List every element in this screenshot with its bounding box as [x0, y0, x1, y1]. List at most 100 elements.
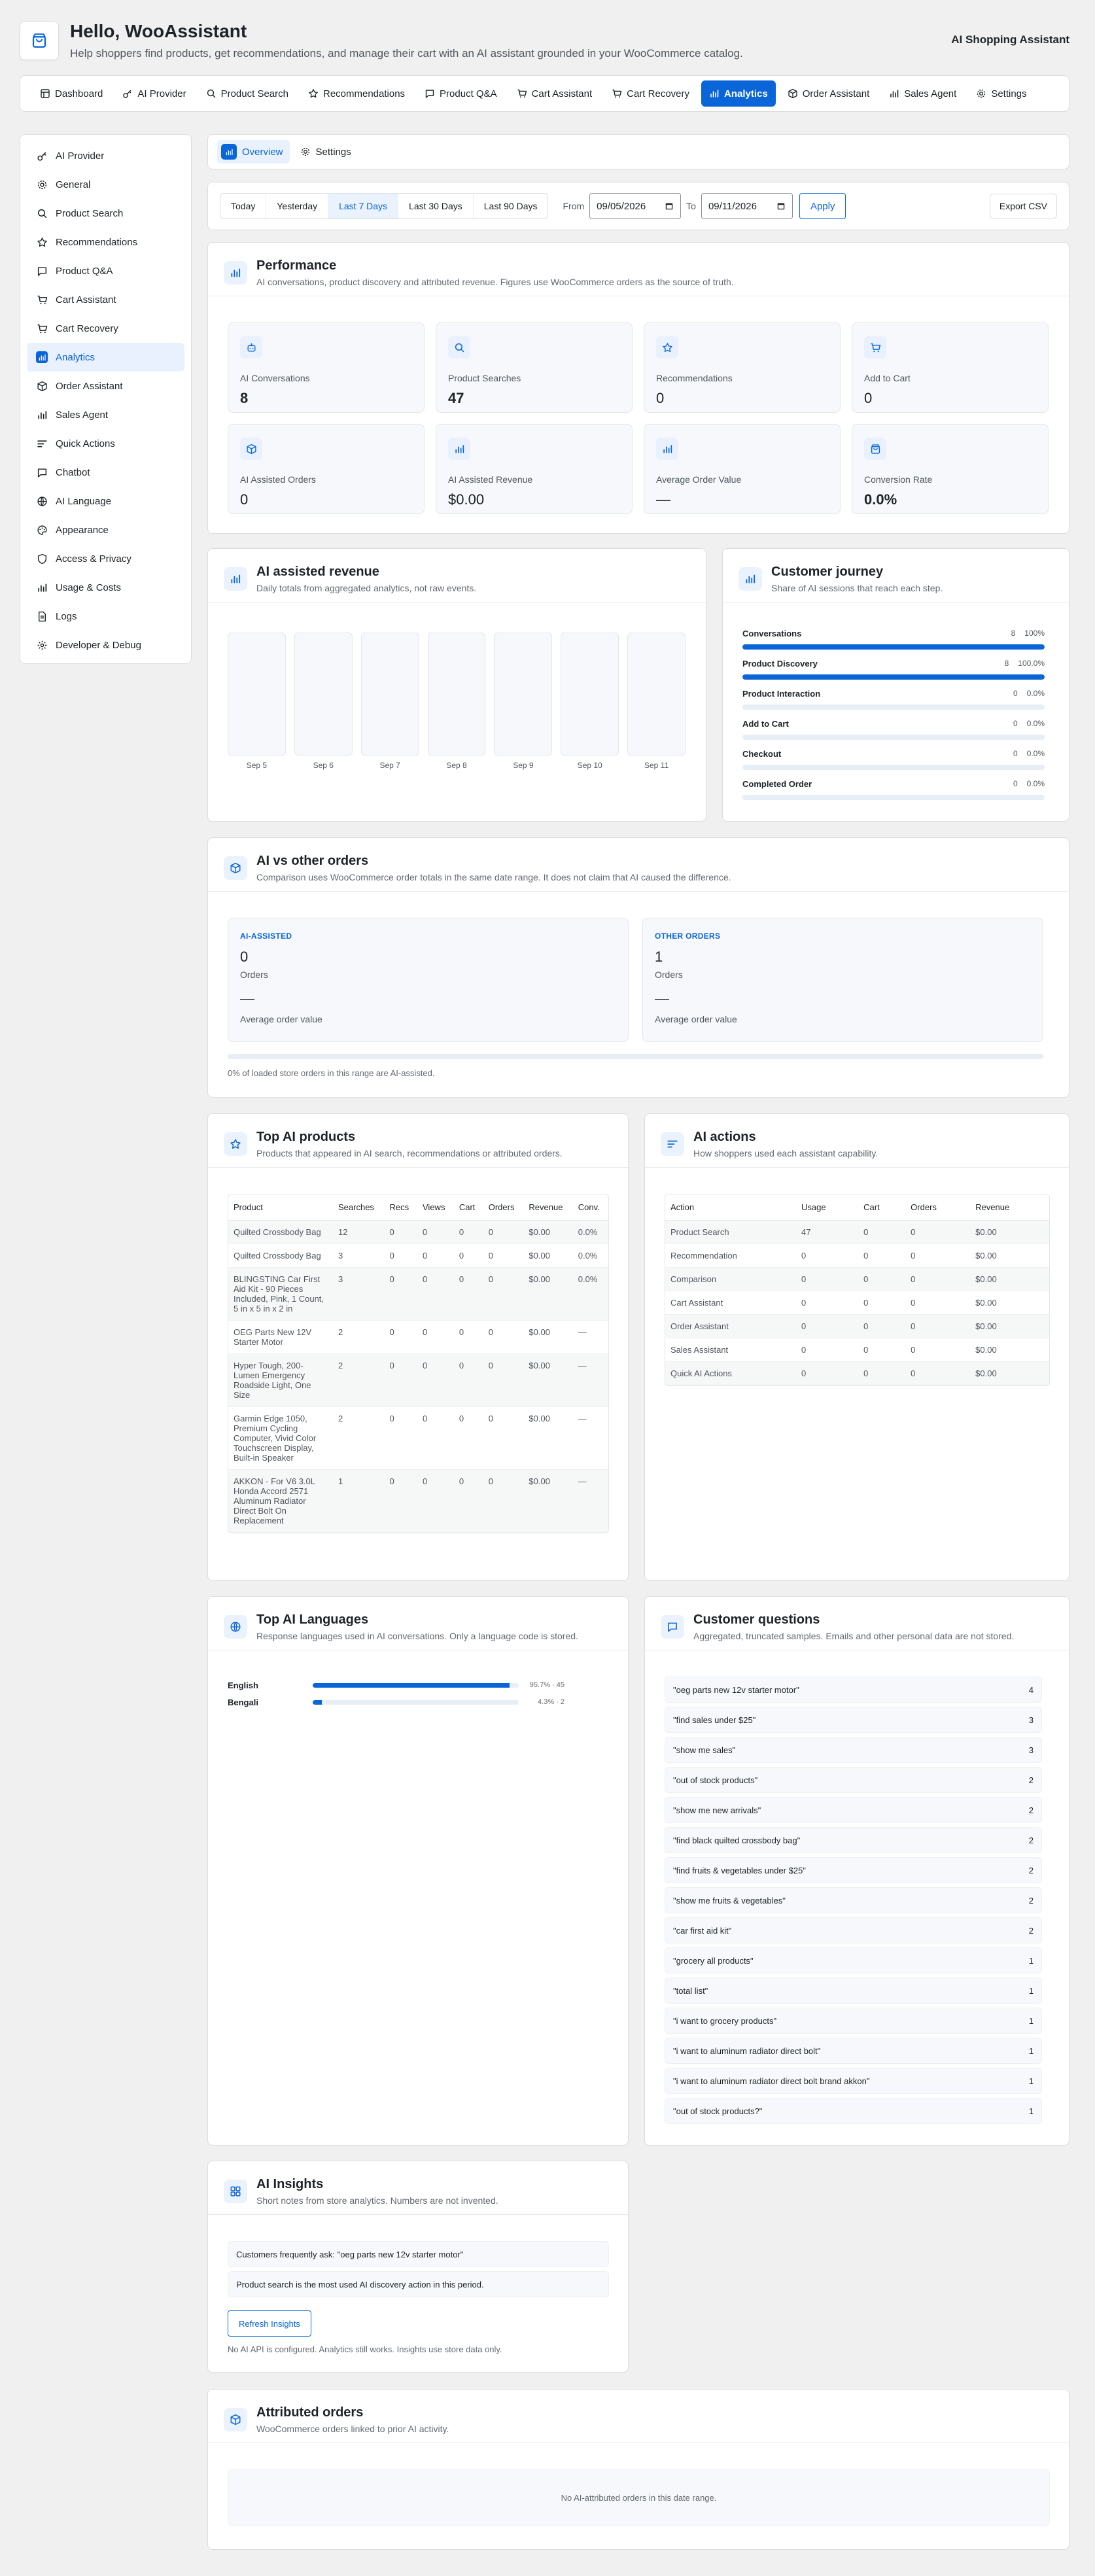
tab-product-qa[interactable]: Product Q&A	[417, 80, 505, 107]
bar-track	[294, 633, 353, 756]
sidebar-item-access-privacy[interactable]: Access & Privacy	[27, 544, 184, 573]
language-bar-fill	[313, 1699, 322, 1705]
table-cell: 0	[905, 1314, 971, 1338]
table-cell: 0	[483, 1406, 524, 1470]
tab-recommendations[interactable]: Recommendations	[300, 80, 413, 107]
table-row: Garmin Edge 1050, Premium Cycling Comput…	[228, 1406, 608, 1470]
bar-column: Sep 10	[561, 633, 619, 770]
top-products-table: Product Searches Recs Views Cart Orders Revenu…	[228, 1194, 609, 1533]
insights-subtitle: Short notes from store analytics. Number…	[256, 2195, 498, 2206]
tab-analytics[interactable]: Analytics	[701, 80, 776, 107]
tab-cart-assistant[interactable]: Cart Assistant	[509, 80, 600, 107]
table-cell: Product Search	[665, 1220, 796, 1244]
question-count: 2	[1028, 1805, 1034, 1815]
table-cell: 2	[333, 1320, 385, 1354]
sidebar-item-sales-agent[interactable]: Sales Agent	[27, 400, 184, 429]
sidebar-item-developer-debug[interactable]: Developer & Debug	[27, 631, 184, 659]
sidebar-item-analytics[interactable]: Analytics	[27, 343, 184, 372]
sidebar-item-chatbot[interactable]: Chatbot	[27, 458, 184, 487]
table-cell: 0	[453, 1220, 483, 1244]
question-text: "show me fruits & vegetables"	[673, 1895, 786, 1906]
table-header-cell: Revenue	[523, 1194, 573, 1221]
language-bar-fill	[313, 1682, 510, 1688]
range-last-7-days-button[interactable]: Last 7 Days	[328, 194, 399, 218]
sidebar-item-appearance[interactable]: Appearance	[27, 515, 184, 544]
table-cell: 0	[417, 1220, 454, 1244]
bar-label: Sep 5	[246, 761, 268, 770]
question-count: 1	[1028, 2045, 1034, 2056]
box-icon	[224, 2408, 247, 2431]
analytics-subtabs: Overview Settings	[207, 134, 1069, 169]
tab-order-assistant[interactable]: Order Assistant	[780, 80, 878, 107]
range-last-90-days-button[interactable]: Last 90 Days	[474, 194, 548, 218]
languages-list: English 95.7% · 45 Bengali 4.3% · 2	[228, 1677, 565, 1711]
table-cell: $0.00	[970, 1361, 1049, 1385]
journey-step-fill	[742, 644, 1045, 650]
refresh-insights-button[interactable]: Refresh Insights	[228, 2310, 311, 2337]
sidebar-item-cart-recovery[interactable]: Cart Recovery	[27, 314, 184, 343]
bar-track	[561, 633, 619, 756]
subtab-overview[interactable]: Overview	[217, 140, 290, 164]
table-cell: $0.00	[970, 1267, 1049, 1291]
language-row: English 95.7% · 45	[228, 1677, 565, 1694]
table-cell: 0	[796, 1267, 859, 1291]
page-title: Hello, WooAssistant	[70, 21, 247, 41]
to-date-input[interactable]: 09/11/2026	[701, 193, 793, 219]
sidebar-item-general[interactable]: General	[27, 170, 184, 199]
chart-icon	[37, 582, 48, 593]
bar-label: Sep 7	[379, 761, 400, 770]
sidebar-item-ai-language[interactable]: AI Language	[27, 487, 184, 515]
table-cell: 0	[796, 1361, 859, 1385]
table-header-cell: Usage	[796, 1194, 859, 1221]
gear-icon	[976, 88, 986, 99]
tab-ai-provider[interactable]: AI Provider	[114, 80, 194, 107]
bar-label: Sep 9	[513, 761, 534, 770]
table-cell: 0	[905, 1338, 971, 1362]
tab-dashboard[interactable]: Dashboard	[32, 80, 111, 107]
range-today-button[interactable]: Today	[220, 194, 267, 218]
table-cell: 0	[858, 1338, 906, 1362]
chat-icon	[37, 266, 48, 277]
sidebar-item-order-assistant[interactable]: Order Assistant	[27, 372, 184, 400]
bar-column: Sep 7	[360, 633, 419, 770]
performance-card: Performance AI conversations, product dis…	[207, 242, 1069, 534]
list-item: "show me sales" 3	[665, 1737, 1042, 1763]
chart-icon	[454, 444, 465, 455]
sidebar-item-product-qa[interactable]: Product Q&A	[27, 256, 184, 285]
sidebar-item-product-search[interactable]: Product Search	[27, 199, 184, 228]
from-date-input[interactable]: 09/05/2026	[589, 193, 682, 219]
bag-icon	[870, 444, 881, 455]
journey-step-bar	[742, 705, 1045, 710]
range-last-30-days-button[interactable]: Last 30 Days	[398, 194, 474, 218]
journey-step-bar	[742, 765, 1045, 770]
sidebar-item-cart-assistant[interactable]: Cart Assistant	[27, 285, 184, 314]
journey-step-label: Completed Order	[742, 779, 812, 789]
table-cell: Garmin Edge 1050, Premium Cycling Comput…	[228, 1406, 333, 1470]
sidebar-item-logs[interactable]: Logs	[27, 602, 184, 631]
sidebar-item-quick-actions[interactable]: Quick Actions	[27, 429, 184, 458]
sidebar-item-usage-costs[interactable]: Usage & Costs	[27, 573, 184, 602]
tab-settings[interactable]: Settings	[968, 80, 1034, 107]
bar-column: Sep 6	[294, 633, 353, 770]
tab-product-search[interactable]: Product Search	[198, 80, 296, 107]
table-cell: OEG Parts New 12V Starter Motor	[228, 1320, 333, 1354]
subtab-settings[interactable]: Settings	[296, 140, 358, 164]
apply-button[interactable]: Apply	[799, 193, 846, 219]
table-cell: 0	[796, 1291, 859, 1315]
bar-column: Sep 9	[494, 633, 553, 770]
export-csv-button[interactable]: Export CSV	[989, 194, 1057, 218]
tab-sales-agent[interactable]: Sales Agent	[881, 80, 964, 107]
table-cell: 0	[417, 1406, 454, 1470]
sidebar-item-ai-provider[interactable]: AI Provider	[27, 141, 184, 170]
insights-list: Customers frequently ask: "oeg parts new…	[228, 2241, 609, 2354]
box-icon	[37, 381, 48, 392]
table-cell: 0	[858, 1244, 906, 1268]
sidebar-item-recommendations[interactable]: Recommendations	[27, 228, 184, 256]
range-yesterday-button[interactable]: Yesterday	[266, 194, 329, 218]
table-cell: $0.00	[523, 1469, 573, 1533]
tab-cart-recovery[interactable]: Cart Recovery	[604, 80, 697, 107]
table-header-cell: Cart	[453, 1194, 483, 1221]
compare-subtitle: Comparison uses WooCommerce order totals…	[256, 872, 731, 882]
chart-icon	[889, 88, 899, 99]
bar-label: Sep 11	[644, 761, 669, 770]
